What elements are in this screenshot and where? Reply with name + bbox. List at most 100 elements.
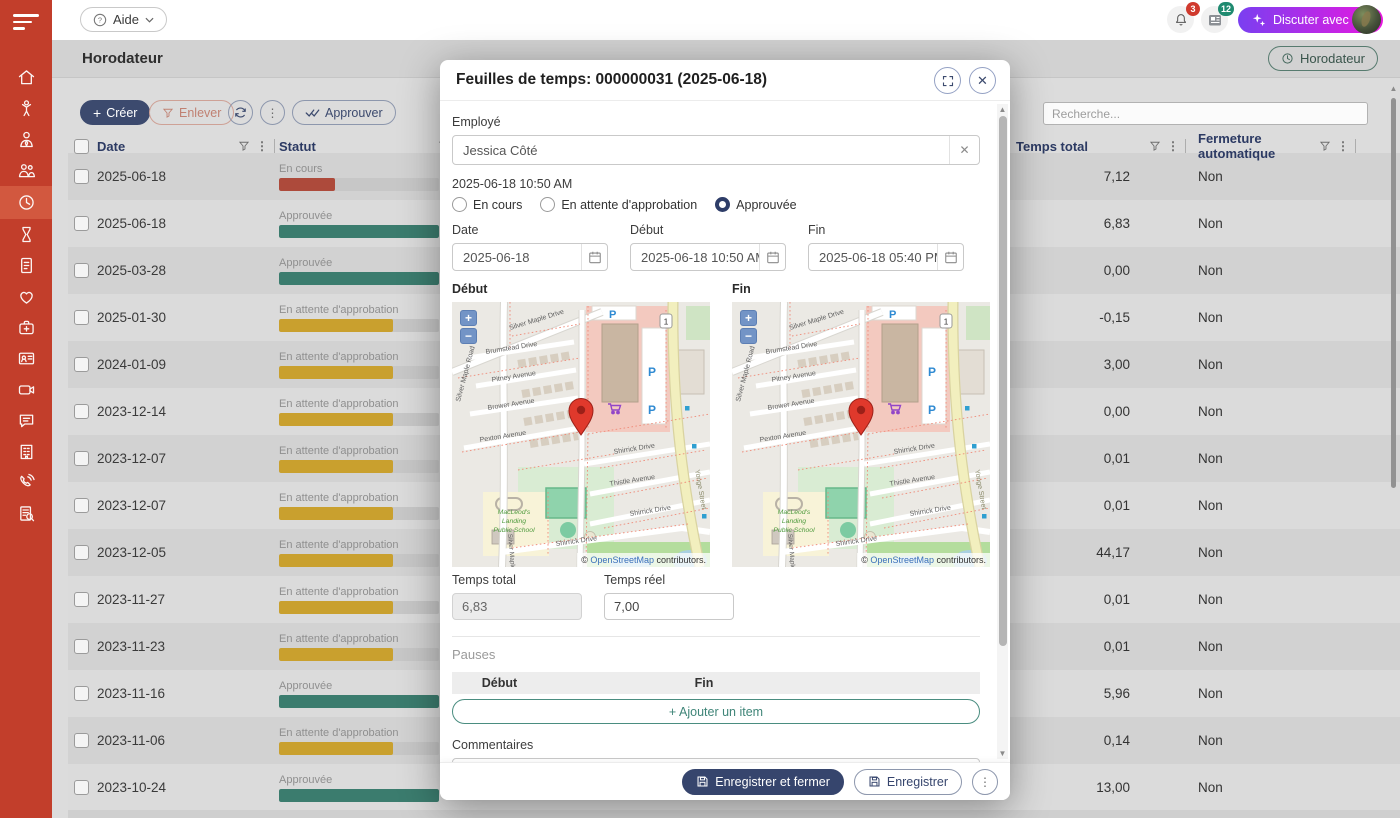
col-header-date[interactable]: Date ⋮ [94, 131, 279, 161]
col-header-temps-total[interactable]: Temps total ⋮ [1010, 131, 1190, 161]
row-checkbox[interactable] [74, 357, 89, 372]
cell-statut: Approuvée [279, 257, 454, 285]
section-divider [452, 636, 980, 637]
temps-reel-field[interactable]: 7,00 [604, 593, 734, 620]
sidebar-item-children[interactable] [0, 93, 52, 124]
row-checkbox[interactable] [74, 639, 89, 654]
clock-icon [1281, 52, 1294, 65]
sidebar-item-messages[interactable] [0, 405, 52, 436]
sidebar-item-employee[interactable] [0, 124, 52, 155]
filter-icon[interactable] [1319, 140, 1331, 152]
double-check-icon [305, 108, 320, 118]
pauses-header: Début Fin [452, 672, 980, 694]
filter-icon[interactable] [1149, 140, 1161, 152]
sidebar-item-medical[interactable] [0, 312, 52, 343]
sidebar-item-team[interactable] [0, 155, 52, 186]
select-all-checkbox[interactable] [74, 139, 89, 154]
map-zoom-out-button[interactable]: − [740, 328, 757, 344]
cell-statut: Approuvée [279, 774, 454, 802]
radio-attente[interactable]: En attente d'approbation [540, 197, 697, 212]
modal-scrollbar[interactable]: ▲ ▼ [997, 104, 1008, 759]
column-menu-icon[interactable]: ⋮ [256, 140, 268, 152]
filter-icon[interactable] [238, 140, 250, 152]
row-checkbox[interactable] [74, 498, 89, 513]
status-bar [279, 601, 393, 614]
create-button[interactable]: +Créer [80, 100, 150, 125]
footer-more-button[interactable]: ⋮ [972, 769, 998, 795]
sidebar-item-documents[interactable] [0, 250, 52, 281]
row-checkbox[interactable] [74, 545, 89, 560]
notifications-button[interactable]: 3 [1167, 6, 1194, 33]
radio-approuvee[interactable]: Approuvée [715, 197, 796, 212]
status-bar-track [279, 178, 439, 191]
report-search-icon [16, 503, 37, 524]
row-checkbox[interactable] [74, 686, 89, 701]
column-menu-icon[interactable]: ⋮ [1337, 140, 1349, 152]
help-button[interactable]: ? Aide [80, 7, 167, 32]
modal-scrollbar-thumb[interactable] [999, 116, 1007, 646]
row-checkbox[interactable] [74, 404, 89, 419]
search-input[interactable] [1043, 102, 1368, 125]
employe-field[interactable]: Jessica Côté ✕ [452, 135, 980, 165]
date-picker-button[interactable] [581, 244, 607, 270]
map-debut[interactable]: +− © OpenStreetMap contributors. [452, 302, 710, 567]
sidebar-item-horodateur[interactable] [0, 186, 52, 219]
sidebar-item-calls[interactable] [0, 467, 52, 498]
col-header-fermeture[interactable]: Fermeture automatique ⋮ [1190, 131, 1360, 161]
save-close-button[interactable]: Enregistrer et fermer [682, 769, 844, 795]
close-button[interactable]: ✕ [969, 67, 996, 94]
radio-en-cours[interactable]: En cours [452, 197, 522, 212]
sidebar-item-video[interactable] [0, 374, 52, 405]
row-checkbox[interactable] [74, 263, 89, 278]
osm-link[interactable]: OpenStreetMap [870, 555, 934, 565]
row-checkbox[interactable] [74, 780, 89, 795]
map-zoom-in-button[interactable]: + [740, 310, 757, 326]
clear-employe-button[interactable]: ✕ [949, 136, 979, 164]
page-scrollbar[interactable]: ▲ [1389, 84, 1398, 810]
row-checkbox[interactable] [74, 733, 89, 748]
sidebar-item-wellness[interactable] [0, 281, 52, 312]
toolbar-more-button[interactable]: ⋮ [260, 100, 285, 125]
column-menu-icon[interactable]: ⋮ [1167, 140, 1179, 152]
row-checkbox[interactable] [74, 592, 89, 607]
sidebar-item-badge[interactable] [0, 343, 52, 374]
events-button[interactable]: 12 [1201, 6, 1228, 33]
page-scrollbar-thumb[interactable] [1391, 98, 1396, 488]
row-checkbox[interactable] [74, 310, 89, 325]
save-button[interactable]: Enregistrer [854, 769, 962, 795]
row-checkbox[interactable] [74, 169, 89, 184]
cell-fermeture: Non [1190, 592, 1360, 607]
refresh-button[interactable] [228, 100, 253, 125]
col-header-statut[interactable]: Statut [279, 131, 454, 161]
status-label: En attente d'approbation [279, 586, 454, 598]
scroll-up-arrow[interactable]: ▲ [997, 104, 1008, 115]
col-statut-label: Statut [279, 139, 316, 154]
osm-link[interactable]: OpenStreetMap [590, 555, 654, 565]
scroll-up-arrow[interactable]: ▲ [1389, 84, 1398, 94]
map-zoom-in-button[interactable]: + [460, 310, 477, 326]
debut-field[interactable]: 2025-06-18 10:50 AM [630, 243, 786, 271]
add-pause-button[interactable]: + Ajouter un item [452, 699, 980, 724]
debut-picker-button[interactable] [759, 244, 785, 270]
row-checkbox[interactable] [74, 451, 89, 466]
approve-button[interactable]: Approuver [292, 100, 396, 125]
avatar[interactable] [1352, 5, 1381, 34]
map-fin-label: Fin [732, 282, 990, 296]
fin-field[interactable]: 2025-06-18 05:40 PM [808, 243, 964, 271]
radio-icon [715, 197, 730, 212]
remove-button[interactable]: Enlever [149, 100, 234, 125]
menu-hamburger-icon[interactable] [0, 0, 52, 44]
sidebar-item-home[interactable] [0, 62, 52, 93]
sidebar-item-company[interactable] [0, 436, 52, 467]
fin-picker-button[interactable] [937, 244, 963, 270]
scroll-down-arrow[interactable]: ▼ [997, 748, 1008, 759]
sidebar-item-reports[interactable] [0, 498, 52, 529]
map-zoom-out-button[interactable]: − [460, 328, 477, 344]
map-fin[interactable]: +− © OpenStreetMap contributors. [732, 302, 990, 567]
date-field[interactable]: 2025-06-18 [452, 243, 608, 271]
module-button[interactable]: Horodateur [1268, 46, 1378, 71]
cell-statut: En attente d'approbation [279, 727, 454, 755]
sidebar-item-hourglass[interactable] [0, 219, 52, 250]
row-checkbox[interactable] [74, 216, 89, 231]
expand-button[interactable] [934, 67, 961, 94]
